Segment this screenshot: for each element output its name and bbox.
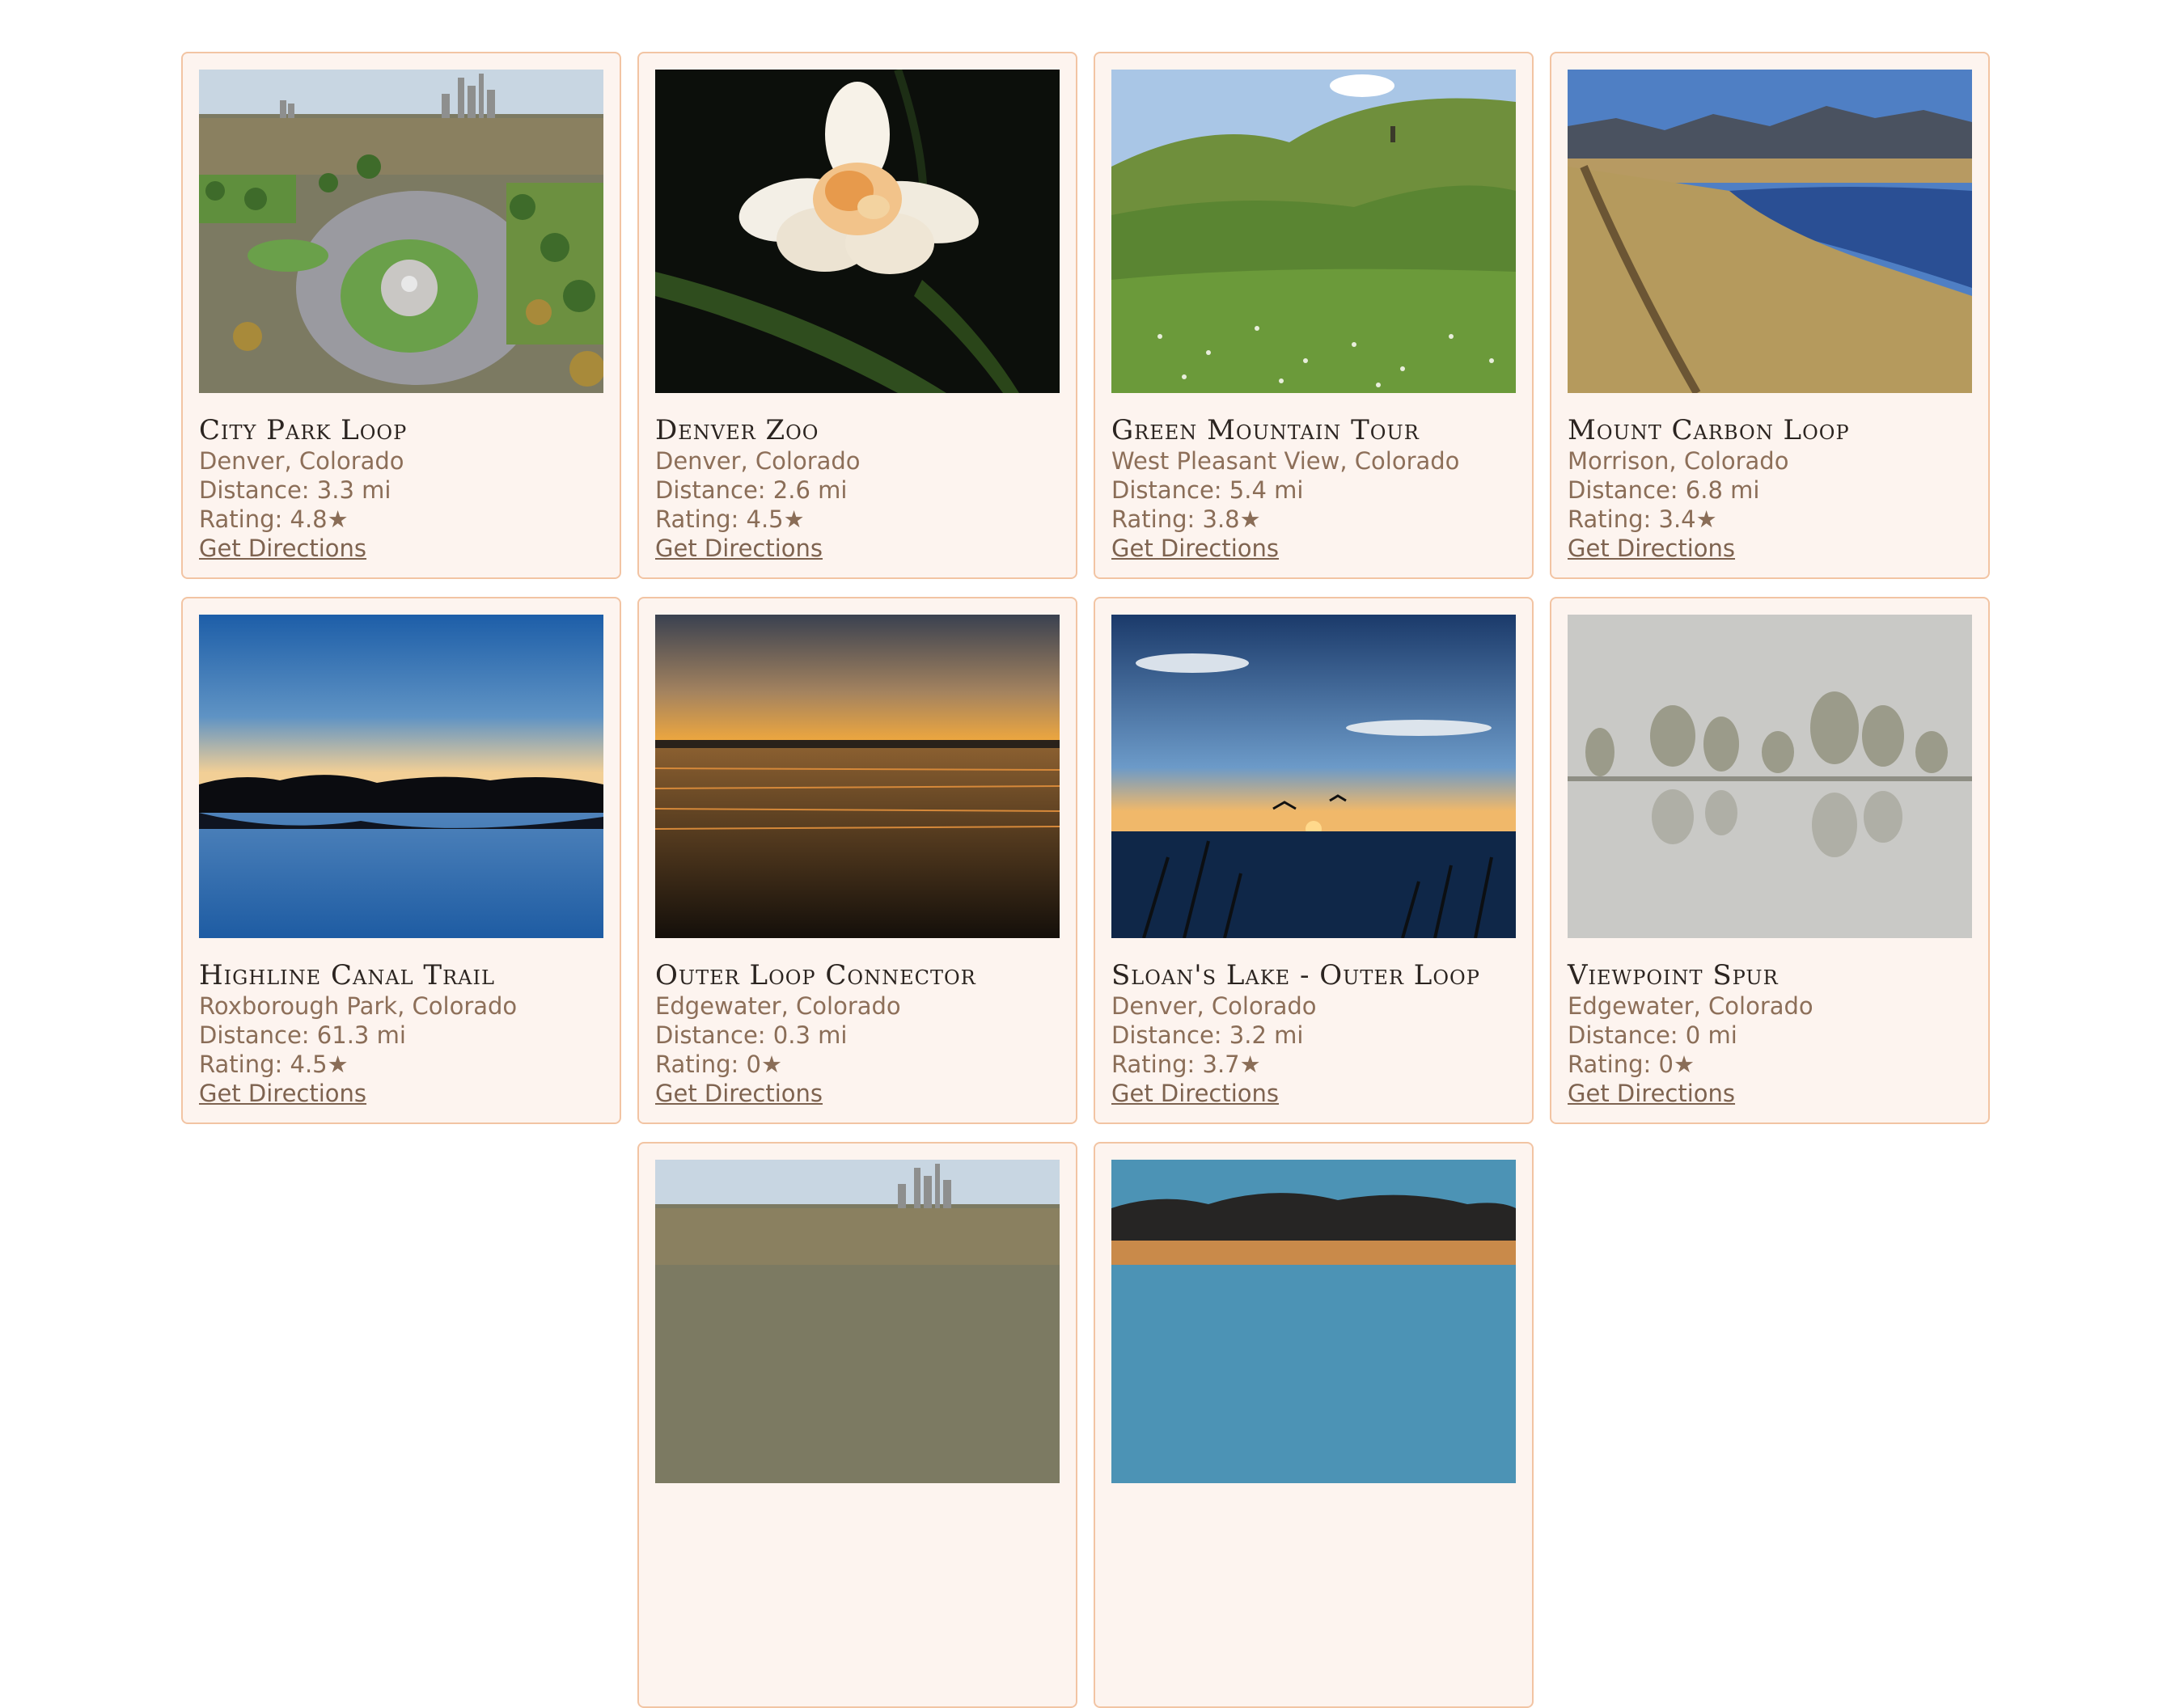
trail-name: Outer Loop Connector [655,959,976,991]
trail-distance: Distance: 3.3 mi [199,476,391,504]
trail-card: Green Mountain Tour West Pleasant View, … [1094,52,1534,579]
trail-card: Highline Canal Trail Roxborough Park, Co… [181,597,621,1124]
blue-sunset-image [199,615,603,938]
trail-photo [1568,70,1972,393]
trail-location: Edgewater, Colorado [655,992,901,1020]
cloud-dusk-image [1111,1160,1516,1483]
trail-location: Denver, Colorado [655,447,861,475]
trail-distance: Distance: 6.8 mi [1568,476,1760,504]
city-aerial-image [655,1160,1060,1483]
trail-rating: Rating: 3.8★ [1111,505,1261,533]
trail-photo [1568,615,1972,938]
city-aerial-image [199,70,603,393]
trail-photo [1111,70,1516,393]
trail-name: Denver Zoo [655,414,819,446]
trail-card [637,1142,1077,1708]
get-directions-link[interactable]: Get Directions [1111,534,1279,563]
trail-rating: Rating: 3.4★ [1568,505,1717,533]
trail-distance: Distance: 5.4 mi [1111,476,1304,504]
trail-photo [655,615,1060,938]
trail-card: Outer Loop Connector Edgewater, Colorado… [637,597,1077,1124]
trail-grid: City Park Loop Denver, Colorado Distance… [180,52,1991,1708]
get-directions-link[interactable]: Get Directions [1568,1079,1735,1108]
trail-distance: Distance: 3.2 mi [1111,1021,1304,1049]
trail-location: Denver, Colorado [199,447,404,475]
trail-card: Mount Carbon Loop Morrison, Colorado Dis… [1550,52,1990,579]
trail-distance: Distance: 2.6 mi [655,476,848,504]
trail-name: Viewpoint Spur [1568,959,1779,991]
get-directions-link[interactable]: Get Directions [1568,534,1735,563]
green-hills-image [1111,70,1516,393]
trail-rating: Rating: 0★ [655,1051,782,1078]
trail-location: Morrison, Colorado [1568,447,1789,475]
trail-photo [655,70,1060,393]
get-directions-link[interactable]: Get Directions [655,534,823,563]
trail-card: City Park Loop Denver, Colorado Distance… [181,52,621,579]
flower-image [655,70,1060,393]
trail-rating: Rating: 4.5★ [655,505,805,533]
trail-photo [1111,1160,1516,1483]
trail-photo [199,70,603,393]
trail-rating: Rating: 0★ [1568,1051,1695,1078]
orange-sunset-image [655,615,1060,938]
trail-card: Sloan's Lake - Outer Loop Denver, Colora… [1094,597,1534,1124]
get-directions-link[interactable]: Get Directions [199,1079,366,1108]
trail-photo [199,615,603,938]
trail-card: Denver Zoo Denver, Colorado Distance: 2.… [637,52,1077,579]
trail-location: West Pleasant View, Colorado [1111,447,1460,475]
trail-card: Viewpoint Spur Edgewater, Colorado Dista… [1550,597,1990,1124]
fog-trees-image [1568,615,1972,938]
trail-rating: Rating: 3.7★ [1111,1051,1261,1078]
trail-name: Sloan's Lake - Outer Loop [1111,959,1480,991]
trail-name: City Park Loop [199,414,408,446]
trail-name: Highline Canal Trail [199,959,495,991]
mountain-lake-image [1568,70,1972,393]
trail-name: Green Mountain Tour [1111,414,1420,446]
get-directions-link[interactable]: Get Directions [1111,1079,1279,1108]
trail-location: Edgewater, Colorado [1568,992,1813,1020]
trail-distance: Distance: 0.3 mi [655,1021,848,1049]
trail-card [1094,1142,1534,1708]
get-directions-link[interactable]: Get Directions [655,1079,823,1108]
trail-photo [1111,615,1516,938]
trail-rating: Rating: 4.5★ [199,1051,349,1078]
reed-sunset-image [1111,615,1516,938]
trail-photo [655,1160,1060,1483]
get-directions-link[interactable]: Get Directions [199,534,366,563]
trail-distance: Distance: 61.3 mi [199,1021,406,1049]
trail-location: Denver, Colorado [1111,992,1317,1020]
trail-rating: Rating: 4.8★ [199,505,349,533]
trail-location: Roxborough Park, Colorado [199,992,518,1020]
trail-name: Mount Carbon Loop [1568,414,1850,446]
trail-distance: Distance: 0 mi [1568,1021,1737,1049]
